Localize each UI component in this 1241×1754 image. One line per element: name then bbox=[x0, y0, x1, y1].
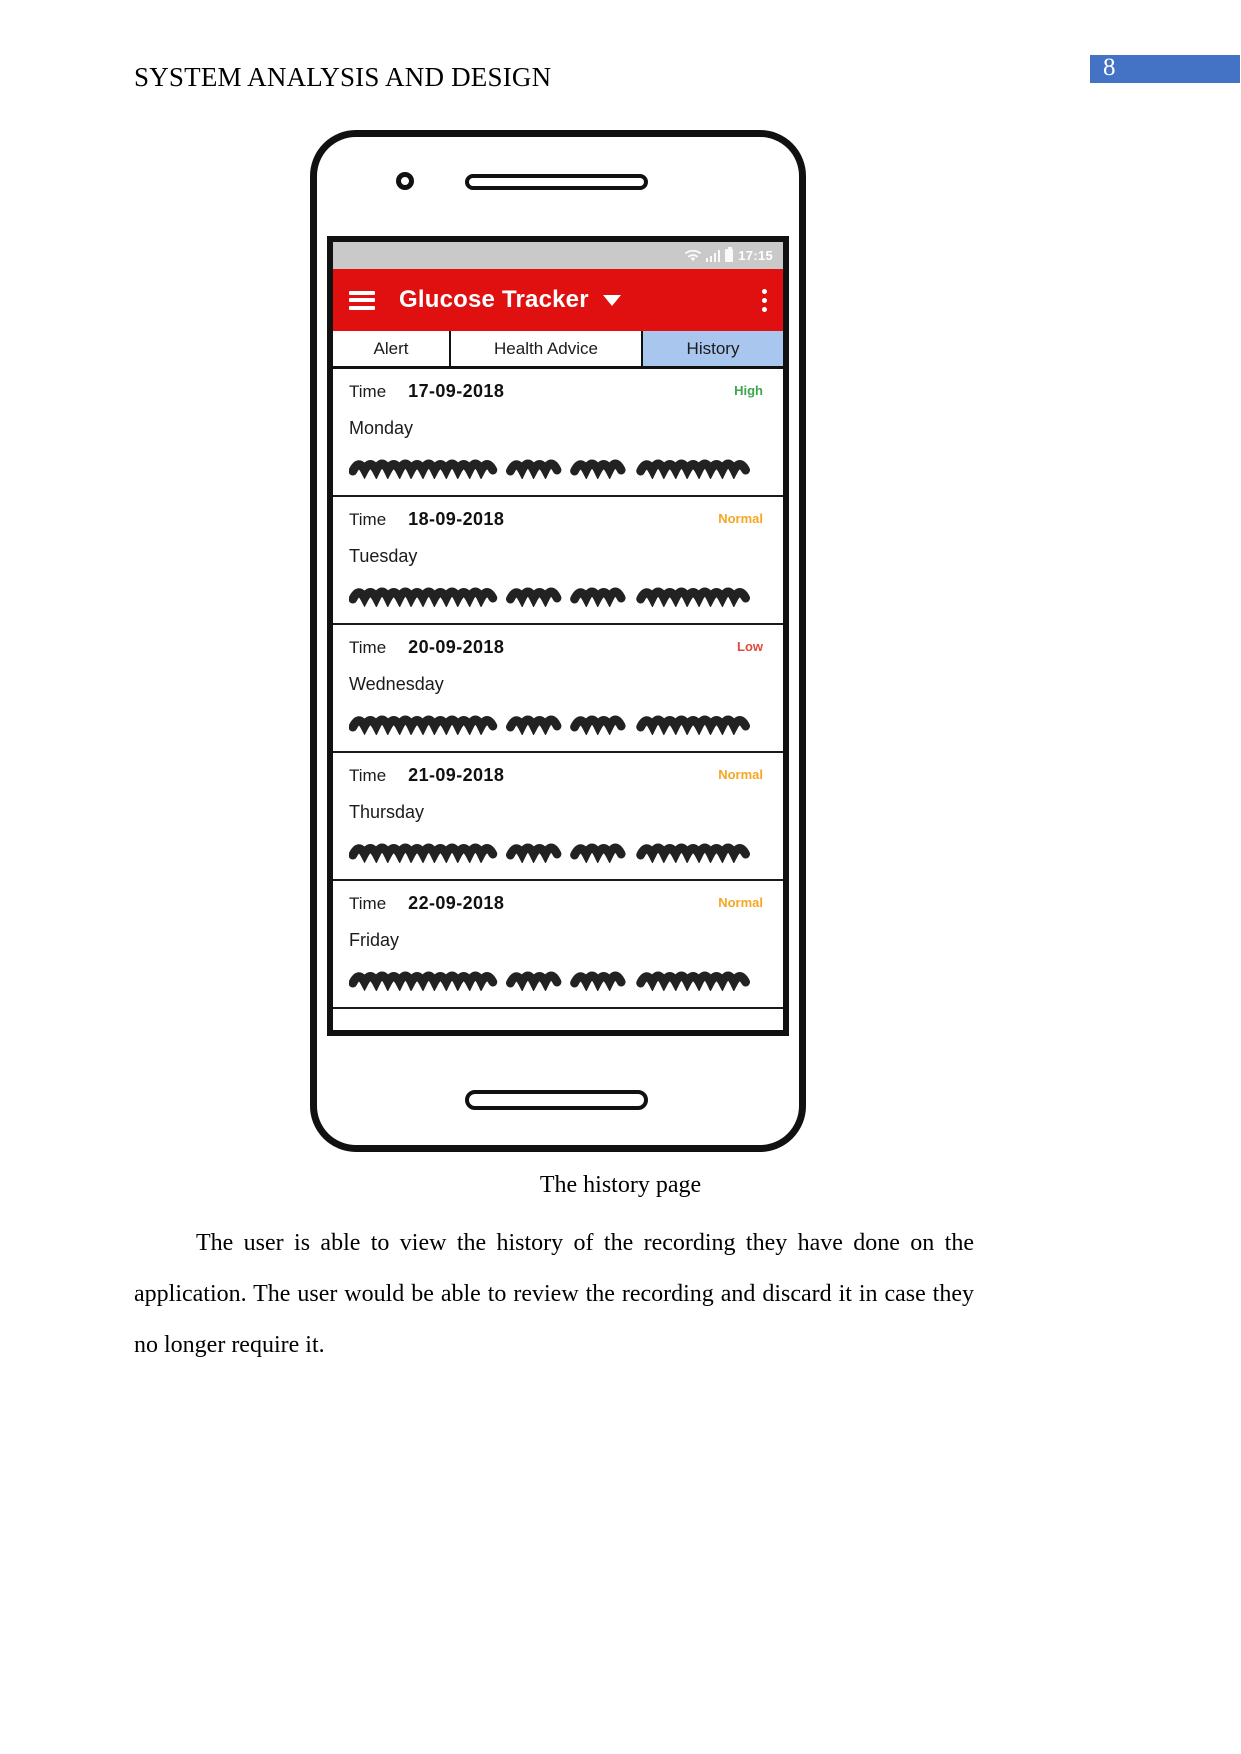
history-entry-date: 18-09-2018 bbox=[408, 509, 505, 529]
status-badge: Normal bbox=[718, 767, 763, 782]
app-viewport: 17:15 Glucose Tracker Alert Health Advic… bbox=[333, 242, 783, 1030]
history-entry-day: Friday bbox=[349, 930, 400, 950]
bottom-speaker bbox=[465, 1090, 648, 1110]
history-list: Time 17-09-2018 High Monday Time 18-09-2… bbox=[333, 369, 783, 1030]
history-entry-header: Time 20-09-2018 bbox=[349, 637, 767, 658]
history-entry-date: 21-09-2018 bbox=[408, 765, 505, 785]
redacted-scribble bbox=[349, 965, 767, 991]
history-entry-header: Time 17-09-2018 bbox=[349, 381, 767, 402]
earpiece-speaker bbox=[465, 174, 648, 190]
status-bar: 17:15 bbox=[333, 242, 783, 269]
history-list-empty-space bbox=[333, 1009, 783, 1030]
front-camera-icon bbox=[396, 172, 414, 190]
status-badge: Low bbox=[737, 639, 763, 654]
body-paragraph-text: The user is able to view the history of … bbox=[134, 1230, 974, 1359]
history-entry-header: Time 21-09-2018 bbox=[349, 765, 767, 786]
time-label: Time bbox=[349, 766, 387, 785]
page-number-badge: 8 bbox=[1090, 54, 1240, 83]
wifi-icon bbox=[684, 249, 701, 262]
history-entry[interactable]: Time 21-09-2018 Normal Thursday bbox=[333, 753, 783, 881]
status-bar-time: 17:15 bbox=[738, 248, 773, 263]
time-label: Time bbox=[349, 510, 387, 529]
signal-bars-icon bbox=[705, 249, 721, 262]
time-label: Time bbox=[349, 894, 387, 913]
status-badge: High bbox=[734, 383, 763, 398]
document-header: SYSTEM ANALYSIS AND DESIGN 8 bbox=[0, 0, 1241, 110]
history-entry-header: Time 18-09-2018 bbox=[349, 509, 767, 530]
tab-alert[interactable]: Alert bbox=[333, 331, 451, 366]
phone-screen: 17:15 Glucose Tracker Alert Health Advic… bbox=[327, 236, 789, 1036]
tab-health-advice[interactable]: Health Advice bbox=[451, 331, 643, 366]
history-entry-day: Tuesday bbox=[349, 546, 418, 566]
app-title: Glucose Tracker bbox=[399, 286, 589, 313]
history-entry[interactable]: Time 18-09-2018 Normal Tuesday bbox=[333, 497, 783, 625]
history-entry-date: 17-09-2018 bbox=[408, 381, 505, 401]
history-entry[interactable]: Time 20-09-2018 Low Wednesday bbox=[333, 625, 783, 753]
hamburger-icon[interactable] bbox=[349, 290, 375, 310]
time-label: Time bbox=[349, 382, 387, 401]
battery-icon bbox=[725, 247, 734, 262]
kebab-menu-icon[interactable] bbox=[762, 288, 767, 312]
tab-history[interactable]: History bbox=[643, 331, 783, 366]
body-paragraph: The user is able to view the history of … bbox=[134, 1218, 974, 1371]
history-entry-date: 22-09-2018 bbox=[408, 893, 505, 913]
app-bar: Glucose Tracker bbox=[333, 269, 783, 331]
redacted-scribble bbox=[349, 453, 767, 479]
figure-caption: The history page bbox=[539, 1172, 702, 1198]
history-entry-header: Time 22-09-2018 bbox=[349, 893, 767, 914]
history-entry[interactable]: Time 22-09-2018 Normal Friday bbox=[333, 881, 783, 1009]
redacted-scribble bbox=[349, 709, 767, 735]
tab-bar: Alert Health Advice History bbox=[333, 331, 783, 369]
history-entry-day: Thursday bbox=[349, 802, 425, 822]
history-entry-day: Monday bbox=[349, 418, 414, 438]
history-entry[interactable]: Time 17-09-2018 High Monday bbox=[333, 369, 783, 497]
redacted-scribble bbox=[349, 837, 767, 863]
redacted-scribble bbox=[349, 581, 767, 607]
chevron-down-icon[interactable] bbox=[602, 294, 621, 306]
history-entry-date: 20-09-2018 bbox=[408, 637, 505, 657]
status-badge: Normal bbox=[718, 895, 763, 910]
page-number-text: 8 bbox=[1103, 54, 1116, 81]
phone-mockup: 17:15 Glucose Tracker Alert Health Advic… bbox=[310, 130, 806, 1152]
document-header-title: SYSTEM ANALYSIS AND DESIGN bbox=[134, 62, 552, 92]
history-entry-day: Wednesday bbox=[349, 674, 444, 694]
status-badge: Normal bbox=[718, 511, 763, 526]
time-label: Time bbox=[349, 638, 387, 657]
